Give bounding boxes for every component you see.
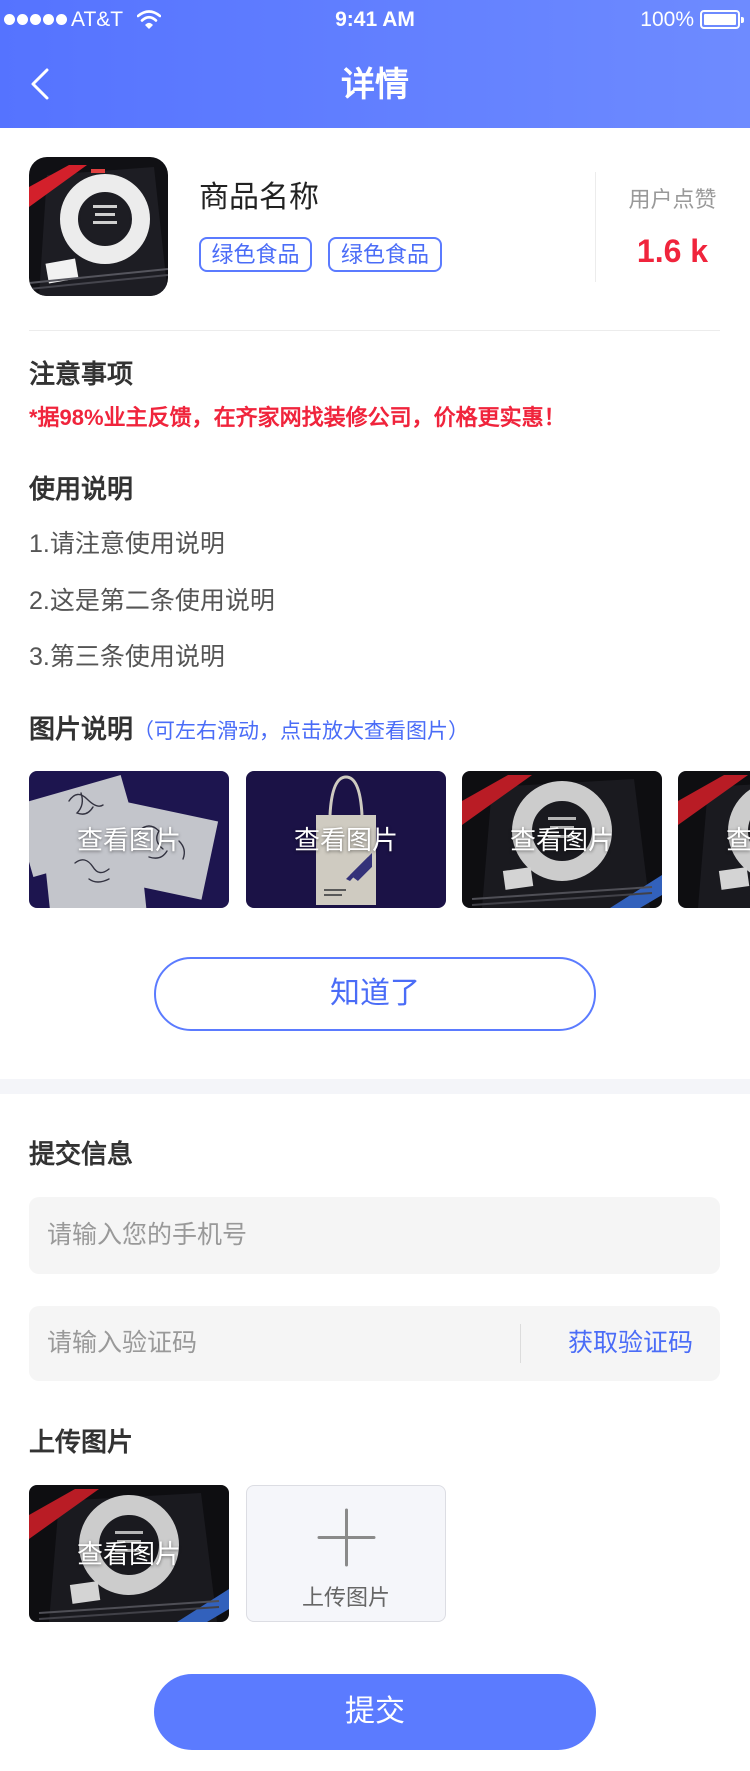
upload-heading: 上传图片 <box>29 1427 134 1457</box>
divider <box>29 330 720 331</box>
uploaded-image[interactable]: 查看图片 <box>29 1485 229 1622</box>
product-tag: 绿色食品 <box>328 237 442 272</box>
upload-image-button[interactable]: 上传图片 <box>246 1485 446 1622</box>
upload-label: 上传图片 <box>301 1585 390 1610</box>
view-image-label: 查看图片 <box>76 1538 181 1569</box>
notice-text: *据98%业主反馈，在齐家网找装修公司，价格更实惠！ <box>29 405 566 430</box>
likes-count: 1.6 k <box>636 233 709 269</box>
notice-heading: 注意事项 <box>29 359 134 389</box>
view-image-label: 查看图片 <box>293 824 398 855</box>
view-image-label: 查看图片 <box>76 824 181 855</box>
usage-item: 3.第三条使用说明 <box>29 643 225 671</box>
battery-percent: 100% <box>640 8 694 31</box>
gallery-heading: 图片说明（可左右滑动，点击放大查看图片） <box>29 711 469 750</box>
form-heading: 提交信息 <box>29 1139 134 1169</box>
page-title: 详情 <box>341 66 409 104</box>
section-separator <box>0 1079 750 1094</box>
gallery-item[interactable]: 查看图片 <box>462 771 662 908</box>
verification-code-input[interactable] <box>47 1306 487 1381</box>
usage-item: 2.这是第二条使用说明 <box>29 587 275 615</box>
status-bar: AT&T 9:41 AM 100% <box>0 0 750 40</box>
header: AT&T 9:41 AM 100% 详情 <box>0 0 750 128</box>
product-tag: 绿色食品 <box>199 237 312 272</box>
gallery-item[interactable]: 查看图片 <box>29 771 229 908</box>
divider <box>520 1324 521 1363</box>
view-image-label: 查看图片 <box>509 824 614 855</box>
image-gallery[interactable]: 查看图片 查看图片 查看图片 查 <box>0 771 750 908</box>
plus-icon <box>317 1508 376 1567</box>
usage-item: 1.请注意使用说明 <box>29 530 225 558</box>
detail-page: AT&T 9:41 AM 100% 详情 商品名称 绿色食品 绿色食品 用户点赞… <box>0 0 750 1771</box>
gallery-item[interactable]: 查看图片 <box>246 771 446 908</box>
gallery-hint: （可左右滑动，点击放大查看图片） <box>133 720 470 743</box>
usage-heading: 使用说明 <box>29 474 134 504</box>
submit-button[interactable]: 提交 <box>154 1674 596 1750</box>
clock: 9:41 AM <box>335 8 415 31</box>
gallery-item[interactable]: 查看图片 <box>678 771 750 908</box>
battery-icon <box>700 10 744 29</box>
get-code-button[interactable]: 获取验证码 <box>568 1306 693 1381</box>
likes-label: 用户点赞 <box>628 187 717 212</box>
product-name: 商品名称 <box>199 181 319 214</box>
product-image[interactable] <box>29 157 168 296</box>
view-image-label: 查看图片 <box>725 824 750 855</box>
gallery-heading-label: 图片说明 <box>29 714 134 744</box>
code-field[interactable]: 获取验证码 <box>29 1306 720 1381</box>
phone-input[interactable] <box>47 1197 487 1274</box>
phone-field[interactable] <box>29 1197 720 1274</box>
confirm-button[interactable]: 知道了 <box>154 957 596 1031</box>
